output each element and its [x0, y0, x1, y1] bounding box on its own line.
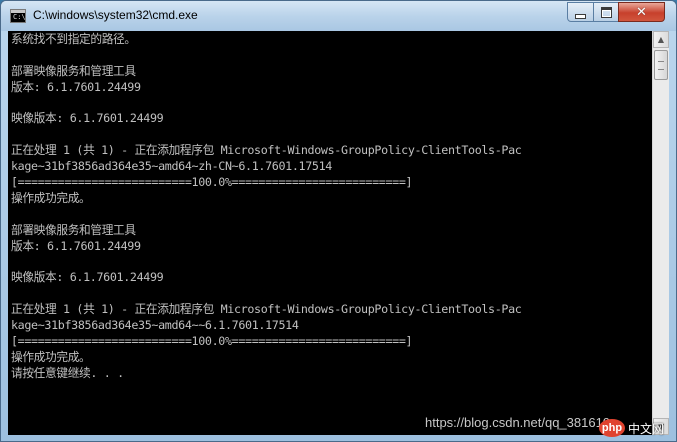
console-line: 操作成功完成。 [11, 190, 91, 205]
console-line: 部署映像服务和管理工具 [11, 63, 136, 78]
scrollbar-thumb[interactable] [654, 50, 668, 80]
minimize-button[interactable] [567, 2, 594, 22]
console-line: kage~31bf3856ad364e35~amd64~zh-CN~6.1.76… [11, 159, 332, 174]
console-line: 映像版本: 6.1.7601.24499 [11, 270, 164, 285]
console-line: 版本: 6.1.7601.24499 [11, 238, 141, 253]
console-line: 映像版本: 6.1.7601.24499 [11, 111, 164, 126]
console-line: [==========================100.0%=======… [11, 175, 413, 190]
close-icon: ✕ [636, 4, 647, 20]
maximize-icon [600, 6, 612, 18]
cmd-window: C:\ C:\windows\system32\cmd.exe ✕ 系统找不到指… [0, 0, 677, 442]
maximize-button[interactable] [593, 2, 619, 22]
minimize-icon [575, 13, 586, 19]
cmd-app-icon-text: C:\ [13, 13, 26, 21]
console-line: 请按任意键继续. . . [11, 365, 124, 380]
console-line: 正在处理 1 (共 1) - 正在添加程序包 Microsoft-Windows… [11, 302, 522, 317]
php-logo-icon: php [599, 419, 625, 437]
console-line: [==========================100.0%=======… [11, 333, 413, 348]
scroll-up-button[interactable]: ▲ [653, 31, 669, 48]
site-watermark: php 中文网 [599, 419, 664, 437]
window-title: C:\windows\system32\cmd.exe [33, 8, 198, 22]
cmd-app-icon[interactable]: C:\ [10, 9, 26, 23]
console-output[interactable]: 系统找不到指定的路径。 部署映像服务和管理工具 版本: 6.1.7601.24499… [8, 31, 652, 435]
site-name: 中文网 [628, 421, 665, 436]
title-bar[interactable]: C:\ C:\windows\system32\cmd.exe ✕ [1, 1, 676, 31]
vertical-scrollbar[interactable]: ▲ ▼ [652, 31, 669, 435]
blog-watermark: https://blog.csdn.net/qq_381610 [425, 415, 611, 430]
console-lines: 系统找不到指定的路径。 部署映像服务和管理工具 版本: 6.1.7601.24499… [11, 32, 522, 382]
console-line: 系统找不到指定的路径。 [11, 32, 136, 46]
scroll-up-icon: ▲ [657, 35, 665, 44]
console-line: 部署映像服务和管理工具 [11, 222, 136, 237]
console-line: 操作成功完成。 [11, 349, 91, 364]
console-line: 正在处理 1 (共 1) - 正在添加程序包 Microsoft-Windows… [11, 143, 522, 158]
console-line: 版本: 6.1.7601.24499 [11, 79, 141, 94]
close-button[interactable]: ✕ [618, 2, 665, 22]
console-line: kage~31bf3856ad364e35~amd64~~6.1.7601.17… [11, 318, 299, 333]
